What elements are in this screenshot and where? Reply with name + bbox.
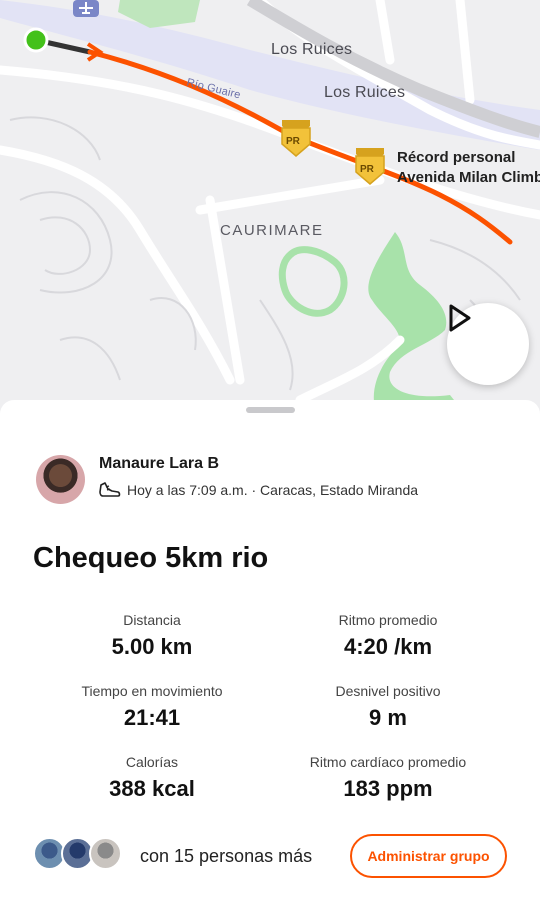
play-flyover-button[interactable]	[447, 303, 529, 385]
activity-sheet: Manaure Lara B Hoy a las 7:09 a.m. · Car…	[0, 400, 540, 904]
stat-value: 9 m	[369, 705, 407, 730]
stat-label: Ritmo cardíaco promedio	[309, 754, 467, 770]
sheet-drag-handle[interactable]	[246, 407, 295, 413]
run-shoe-icon	[99, 482, 121, 497]
stat-moving-time: Tiempo en movimiento 21:41	[17, 683, 287, 731]
stat-label: Tiempo en movimiento	[81, 683, 223, 699]
group-row: con 15 personas más Administrar grupo	[0, 834, 540, 878]
route-map[interactable]: Los Ruices Los Ruices CAURIMARE Río Guai…	[0, 0, 540, 420]
park-ring	[278, 246, 348, 317]
stat-label: Distancia	[123, 612, 181, 628]
stat-label: Ritmo promedio	[338, 612, 438, 628]
airplane-icon	[73, 0, 99, 17]
activity-meta-text: Hoy a las 7:09 a.m. · Caracas, Estado Mi…	[127, 482, 419, 498]
athlete-avatar[interactable]	[36, 455, 85, 504]
stat-distance: Distancia 5.00 km	[17, 612, 287, 660]
activity-title: Chequeo 5km rio	[33, 542, 269, 574]
athlete-name[interactable]: Manaure Lara B	[99, 455, 219, 473]
stat-value: 21:41	[123, 705, 181, 730]
map-label-los-ruices-2: Los Ruices	[324, 84, 406, 101]
stat-value: 4:20 /km	[343, 634, 433, 659]
pr-badge-2-text: PR	[360, 164, 374, 175]
group-member-avatar[interactable]	[89, 837, 122, 870]
pr-segment-label: Récord personal Avenida Milan Climb	[397, 148, 540, 188]
stat-value: 183 ppm	[343, 776, 433, 801]
stat-elevation-gain: Desnivel positivo 9 m	[253, 683, 523, 731]
stat-avg-heart-rate: Ritmo cardíaco promedio 183 ppm	[253, 754, 523, 802]
stat-calories: Calorías 388 kcal	[17, 754, 287, 802]
group-members-text[interactable]: con 15 personas más	[140, 846, 312, 867]
map-label-los-ruices: Los Ruices	[271, 41, 353, 58]
stat-value: 388 kcal	[109, 776, 195, 801]
map-label-caurimare: CAURIMARE	[220, 222, 324, 239]
stat-avg-pace: Ritmo promedio 4:20 /km	[253, 612, 523, 660]
stat-label: Desnivel positivo	[335, 683, 441, 699]
stat-value: 5.00 km	[111, 634, 193, 659]
activity-meta: Hoy a las 7:09 a.m. · Caracas, Estado Mi…	[99, 481, 418, 499]
play-icon	[449, 304, 471, 332]
start-marker	[23, 27, 49, 53]
stat-label: Calorías	[125, 754, 179, 770]
pr-segment-line1: Récord personal	[397, 149, 516, 166]
pr-badge-1-text: PR	[286, 136, 300, 147]
manage-group-button[interactable]: Administrar grupo	[350, 834, 507, 878]
pr-segment-line2: Avenida Milan Climb	[397, 169, 540, 186]
